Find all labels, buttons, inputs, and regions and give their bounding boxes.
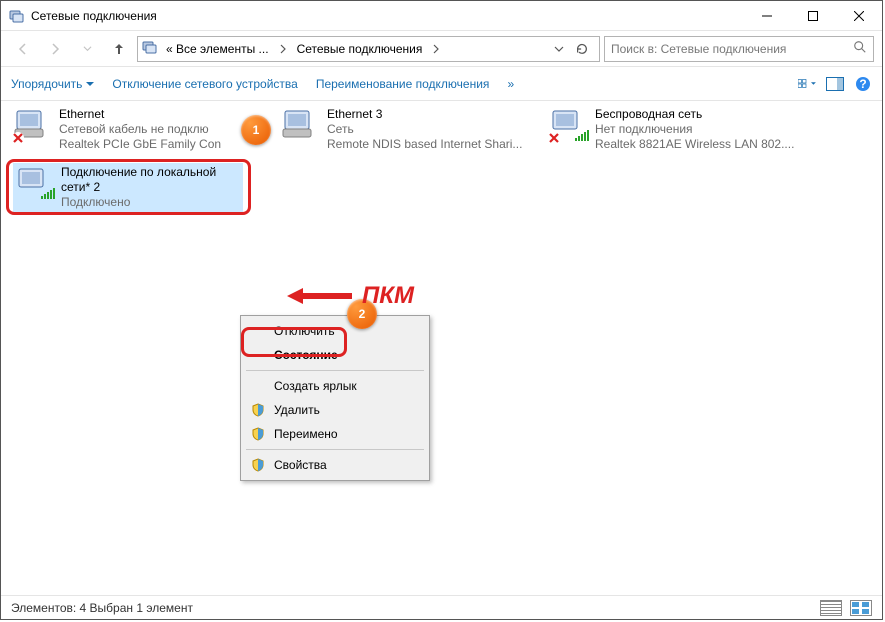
svg-text:?: ? — [859, 77, 866, 91]
network-adapter-icon — [15, 165, 55, 201]
connection-text: Подключение по локальной сети* 2 Подключ… — [61, 165, 241, 210]
context-menu: Отключить Состояние Создать ярлык Удалит… — [240, 315, 430, 481]
toolbar-overflow[interactable]: » — [507, 77, 514, 91]
left-arrow-icon — [287, 286, 352, 306]
connection-name: Подключение по локальной сети* 2 — [61, 165, 241, 195]
close-button[interactable] — [836, 1, 882, 30]
nav-forward-button[interactable] — [41, 35, 69, 63]
blank-icon — [250, 347, 266, 363]
network-adapter-icon — [281, 107, 321, 143]
connection-status: Нет подключения — [595, 122, 794, 137]
control-panel-icon — [142, 39, 158, 58]
status-text: Элементов: 4 Выбран 1 элемент — [11, 601, 193, 615]
preview-pane-button[interactable] — [826, 75, 844, 93]
organize-menu[interactable]: Упорядочить — [11, 77, 94, 91]
annotation-arrow: ПКМ — [287, 282, 414, 310]
rename-connection-button[interactable]: Переименование подключения — [316, 77, 490, 91]
details-view-button[interactable] — [820, 600, 842, 616]
connection-text: Ethernet 3 Сеть Remote NDIS based Intern… — [327, 107, 522, 152]
maximize-button[interactable] — [790, 1, 836, 30]
shield-icon — [250, 426, 266, 442]
nav-back-button[interactable] — [9, 35, 37, 63]
connection-status: Сеть — [327, 122, 522, 137]
ctx-separator — [246, 449, 424, 450]
search-icon — [853, 40, 867, 57]
connection-text: Беспроводная сеть Нет подключения Realte… — [595, 107, 794, 152]
search-input[interactable]: Поиск в: Сетевые подключения — [604, 36, 874, 62]
disable-device-button[interactable]: Отключение сетевого устройства — [112, 77, 297, 91]
ctx-shortcut[interactable]: Создать ярлык — [244, 374, 426, 398]
window-controls — [744, 1, 882, 30]
help-button[interactable]: ? — [854, 75, 872, 93]
connection-item-ethernet[interactable]: Ethernet Сетевой кабель не подклю Realte… — [13, 107, 263, 152]
statusbar: Элементов: 4 Выбран 1 элемент — [1, 595, 882, 619]
organize-label: Упорядочить — [11, 77, 82, 91]
titlebar-left: Сетевые подключения — [9, 8, 157, 24]
connection-name: Беспроводная сеть — [595, 107, 794, 122]
breadcrumb-1[interactable]: « Все элементы ... — [162, 42, 273, 56]
shield-icon — [250, 457, 266, 473]
connection-device: Remote NDIS based Internet Shari... — [327, 137, 522, 152]
connection-device: Realtek PCIe GbE Family Con — [59, 137, 221, 152]
annotation-pkm-label: ПКМ — [362, 282, 414, 310]
ctx-properties[interactable]: Свойства — [244, 453, 426, 477]
view-mode-buttons — [820, 600, 872, 616]
network-adapter-icon — [13, 107, 53, 143]
connection-item-ethernet3[interactable]: Ethernet 3 Сеть Remote NDIS based Intern… — [281, 107, 531, 152]
connection-status: Подключено — [61, 195, 241, 210]
toolbar: Упорядочить Отключение сетевого устройст… — [1, 67, 882, 101]
nav-up-button[interactable] — [105, 35, 133, 63]
connection-item-local[interactable]: Подключение по локальной сети* 2 Подключ… — [13, 163, 243, 212]
nav-recent-dropdown[interactable] — [73, 35, 101, 63]
ctx-delete[interactable]: Удалить — [244, 398, 426, 422]
network-adapter-icon — [549, 107, 589, 143]
search-placeholder: Поиск в: Сетевые подключения — [611, 42, 786, 56]
titlebar: Сетевые подключения — [1, 1, 882, 31]
ctx-separator — [246, 370, 424, 371]
address-row: « Все элементы ... Сетевые подключения П… — [1, 31, 882, 67]
shield-icon — [250, 402, 266, 418]
connection-item-wireless[interactable]: Беспроводная сеть Нет подключения Realte… — [549, 107, 799, 152]
breadcrumb-2[interactable]: Сетевые подключения — [293, 42, 427, 56]
blank-icon — [250, 378, 266, 394]
ctx-rename[interactable]: Переимено — [244, 422, 426, 446]
content-area: Ethernet Сетевой кабель не подклю Realte… — [1, 101, 882, 595]
annotation-badge-1: 1 — [241, 115, 271, 145]
large-icons-view-button[interactable] — [850, 600, 872, 616]
minimize-button[interactable] — [744, 1, 790, 30]
connection-name: Ethernet 3 — [327, 107, 522, 122]
address-bar[interactable]: « Все элементы ... Сетевые подключения — [137, 36, 600, 62]
blank-icon — [250, 323, 266, 339]
ctx-status[interactable]: Состояние — [244, 343, 426, 367]
connection-device: Realtek 8821AE Wireless LAN 802.... — [595, 137, 794, 152]
connection-name: Ethernet — [59, 107, 221, 122]
window: Сетевые подключения « Все элементы ... С… — [0, 0, 883, 620]
refresh-button[interactable] — [569, 36, 595, 62]
network-connections-icon — [9, 8, 25, 24]
connection-status: Сетевой кабель не подклю — [59, 122, 221, 137]
chevron-down-icon[interactable] — [553, 44, 565, 54]
ctx-disable[interactable]: Отключить — [244, 319, 426, 343]
window-title: Сетевые подключения — [31, 9, 157, 23]
connection-text: Ethernet Сетевой кабель не подклю Realte… — [59, 107, 221, 152]
chevron-right-icon[interactable] — [277, 44, 289, 54]
chevron-right-icon[interactable] — [430, 44, 442, 54]
view-options-button[interactable] — [798, 75, 816, 93]
